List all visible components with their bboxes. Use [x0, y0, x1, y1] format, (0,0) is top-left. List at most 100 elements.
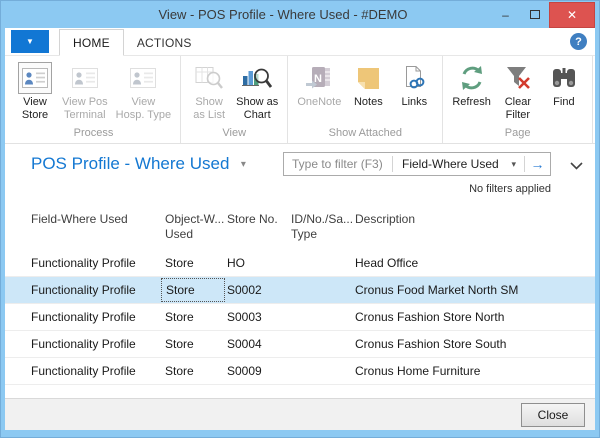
chart-magnifier-icon [242, 62, 272, 94]
filter-control: Field-Where Used ▾ → [283, 152, 551, 176]
cell-field: Functionality Profile [31, 250, 165, 276]
titlebar: View - POS Profile - Where Used - #DEMO … [5, 1, 595, 28]
button-label: Terminal [64, 109, 106, 122]
clear-filter-button[interactable]: Clear Filter [495, 60, 541, 122]
application-menu-button[interactable]: ▼ [11, 30, 49, 53]
clear-filter-icon [505, 62, 531, 94]
person-card-icon [130, 62, 156, 94]
button-label: View [23, 96, 47, 109]
button-label: View Pos [62, 96, 108, 109]
tab-home[interactable]: HOME [59, 29, 124, 56]
column-header-field-where-used[interactable]: Field-Where Used [31, 212, 165, 242]
list-magnifier-icon [195, 62, 223, 94]
cell-object: Store [165, 358, 227, 384]
page-header: POS Profile - Where Used ▾ Field-Where U… [5, 144, 595, 202]
table-row[interactable]: Functionality Profile Store HO Head Offi… [5, 250, 595, 277]
cell-field: Functionality Profile [31, 358, 165, 384]
filter-field-label: Field-Where Used [402, 157, 499, 171]
cell-object: Store [165, 250, 227, 276]
maximize-button[interactable] [520, 2, 549, 28]
close-button[interactable]: Close [521, 403, 585, 427]
button-label: Refresh [452, 96, 491, 109]
person-card-icon [18, 62, 52, 94]
button-label: Store [22, 109, 48, 122]
cell-description: Cronus Fashion Store South [355, 331, 587, 357]
links-button[interactable]: Links [391, 60, 437, 109]
view-pos-terminal-button: View Pos Terminal [58, 60, 112, 122]
button-label: View [132, 96, 156, 109]
page-link-icon [402, 62, 426, 94]
minimize-icon: – [502, 8, 509, 22]
cell-description: Head Office [355, 250, 587, 276]
table-row[interactable]: Functionality Profile Store S0004 Cronus… [5, 331, 595, 358]
button-label: Find [553, 96, 574, 109]
filters-status: No filters applied [469, 183, 551, 195]
cell-field: Functionality Profile [31, 277, 165, 303]
cell-store-no: S0003 [227, 304, 291, 330]
collapse-header-button[interactable] [570, 157, 583, 175]
table-row[interactable]: Functionality Profile Store S0003 Cronus… [5, 304, 595, 331]
find-button[interactable]: Find [541, 60, 587, 109]
refresh-button[interactable]: Refresh [448, 60, 495, 109]
notes-button[interactable]: Notes [345, 60, 391, 109]
table-row[interactable]: Functionality Profile Store S0009 Cronus… [5, 358, 595, 385]
group-label-process: Process [12, 126, 175, 142]
page-title: POS Profile - Where Used [31, 154, 229, 174]
where-used-list: Field-Where Used Object-W...Used Store N… [5, 202, 595, 398]
group-label-show-attached: Show Attached [293, 126, 437, 142]
button-label: Chart [244, 109, 271, 122]
button-label: OneNote [297, 96, 341, 109]
button-label: Show [195, 96, 223, 109]
filter-input[interactable] [284, 154, 392, 174]
cell-store-no: S0002 [227, 277, 291, 303]
dialog-footer: Close [5, 398, 595, 430]
show-as-chart-button[interactable]: Show as Chart [232, 60, 282, 122]
cell-id-type [291, 358, 355, 384]
cell-description: Cronus Fashion Store North [355, 304, 587, 330]
group-label-view: View [186, 126, 282, 142]
button-label: as List [193, 109, 225, 122]
cell-field: Functionality Profile [31, 331, 165, 357]
apply-filter-button[interactable]: → [525, 156, 550, 172]
button-label: Show as [236, 96, 278, 109]
column-header-object-where-used[interactable]: Object-W...Used [165, 212, 227, 242]
sticky-note-icon [357, 62, 380, 94]
help-button[interactable]: ? [570, 33, 587, 50]
cell-object-focused: Store [161, 278, 225, 302]
view-store-button[interactable]: View Store [12, 60, 58, 122]
cell-store-no: S0004 [227, 331, 291, 357]
show-as-list-button: Show as List [186, 60, 232, 122]
cell-description: Cronus Food Market North SM [355, 277, 587, 303]
ribbon-group-show-attached: N OneNote Notes [288, 56, 443, 143]
view-hosp-type-button: View Hosp. Type [112, 60, 175, 122]
close-icon: ✕ [567, 8, 577, 22]
button-label: Hosp. Type [116, 109, 171, 122]
ribbon-group-process: View Store View Pos Terminal [7, 56, 181, 143]
tab-actions[interactable]: ACTIONS [124, 30, 205, 55]
cell-id-type [291, 277, 355, 303]
chevron-down-icon [570, 162, 583, 170]
ribbon: View Store View Pos Terminal [5, 55, 595, 144]
table-row-selected[interactable]: Functionality Profile Store S0002 Cronus… [5, 277, 595, 304]
page-title-caret-icon[interactable]: ▾ [241, 159, 246, 170]
dropdown-caret-icon: ▾ [511, 159, 518, 170]
button-label: Links [402, 96, 428, 109]
person-card-icon [72, 62, 98, 94]
binoculars-icon [551, 62, 577, 94]
cell-object: Store [165, 304, 227, 330]
ribbon-tab-row: ▼ HOME ACTIONS ? [5, 28, 595, 55]
column-header-id-type[interactable]: ID/No./Sa...Type [291, 212, 355, 242]
group-label-page: Page [448, 126, 587, 142]
onenote-icon: N [306, 62, 332, 94]
arrow-right-icon: → [531, 156, 545, 172]
maximize-icon [530, 10, 540, 19]
window-close-button[interactable]: ✕ [549, 2, 595, 28]
filter-field-dropdown[interactable]: Field-Where Used ▾ [393, 157, 524, 171]
cell-object: Store [165, 331, 227, 357]
button-label: Notes [354, 96, 383, 109]
button-label: Filter [506, 109, 530, 122]
column-header-description[interactable]: Description [355, 212, 587, 242]
column-header-store-no[interactable]: Store No. [227, 212, 291, 242]
cell-id-type [291, 331, 355, 357]
minimize-button[interactable]: – [491, 2, 520, 28]
